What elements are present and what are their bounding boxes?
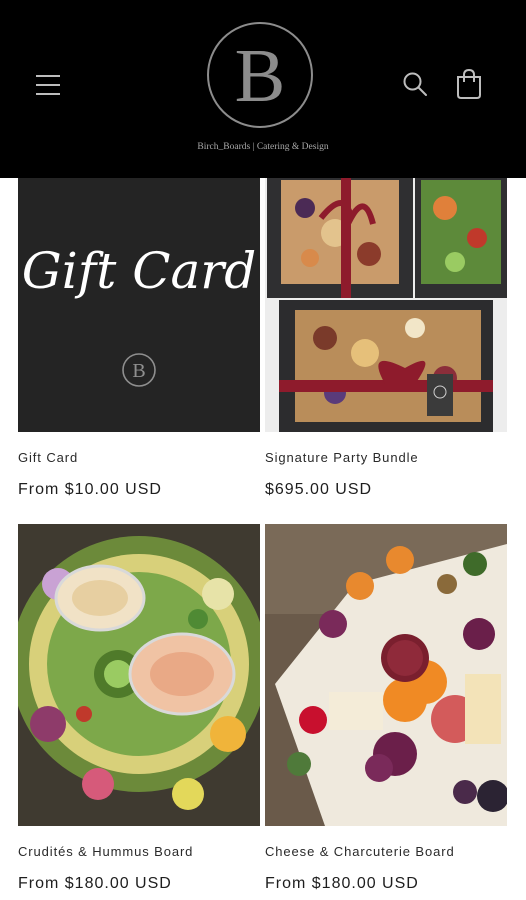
site-header: B Birch_Boards | Catering & Design [0,0,526,178]
product-title[interactable]: Signature Party Bundle [265,450,507,465]
product-price: From $180.00 USD [18,875,172,892]
cart-icon[interactable] [454,68,484,100]
search-icon[interactable] [401,70,429,98]
product-image-gift-card[interactable]: Gift Card B [18,178,260,432]
product-image-signature-party-bundle[interactable] [265,178,507,432]
gift-card-image-letter: B [132,360,145,382]
store-logo[interactable]: B Birch_Boards | Catering & Design [190,18,336,163]
menu-icon[interactable] [34,72,62,98]
product-price: $695.00 USD [265,481,373,498]
gift-card-image-text: Gift Card [22,242,256,300]
product-price: From $180.00 USD [265,875,419,892]
product-image-crudites-hummus-board[interactable] [18,524,260,826]
product-title[interactable]: Crudités & Hummus Board [18,844,260,859]
product-title[interactable]: Cheese & Charcuterie Board [265,844,507,859]
logo-text: Birch_Boards | Catering & Design [197,142,329,152]
product-image-cheese-charcuterie-board[interactable] [265,524,507,826]
logo-circle: B [207,22,313,128]
logo-letter: B [234,34,286,118]
product-title[interactable]: Gift Card [18,450,260,465]
product-price: From $10.00 USD [18,481,162,498]
